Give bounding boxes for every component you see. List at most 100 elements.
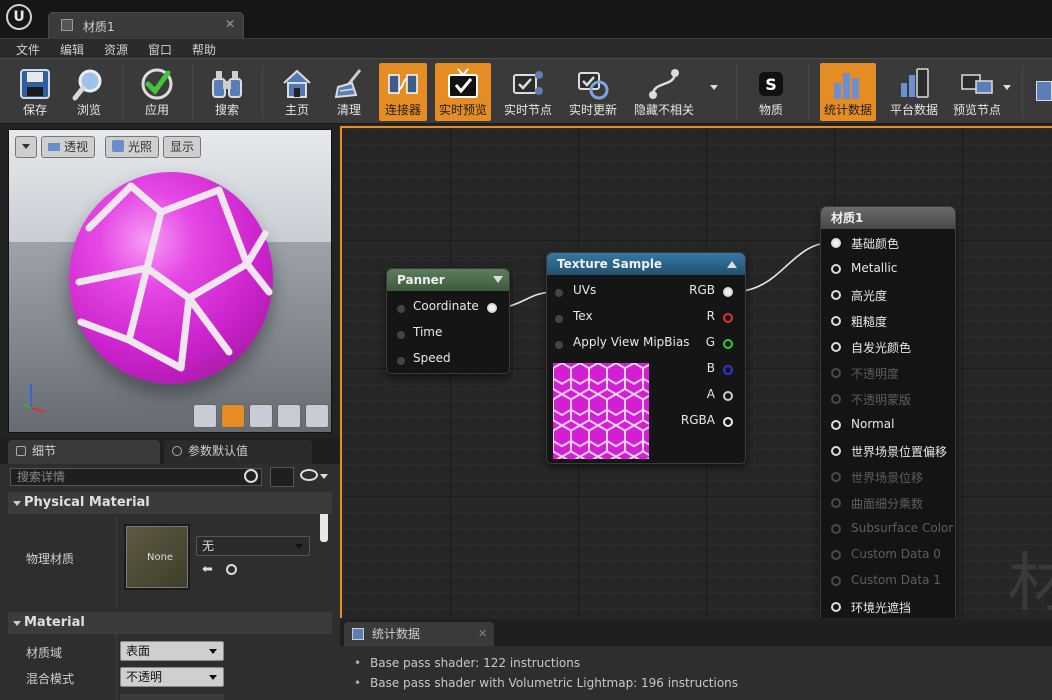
category-physical-material[interactable]: Physical Material [8,492,332,514]
category-label: Material [24,615,85,630]
substance-button[interactable]: S 物质 [746,63,796,121]
panner-node[interactable]: Panner Coordinate Time Speed [386,268,510,374]
mipbias-input-pin[interactable] [555,341,563,349]
material-input-pin[interactable] [831,264,841,274]
pin-uvs: UVs [573,283,597,297]
material-input-pin[interactable] [831,550,841,560]
b-output-pin[interactable] [723,365,733,375]
material-output-node[interactable]: 材质1 基础颜色 Metallic 高光度 粗糙度 自发光颜色 不透明度 不透明蒙版 Norm… [820,206,956,618]
home-button[interactable]: 主页 [272,63,322,121]
live-update-button[interactable]: 实时更新 [565,63,621,121]
panner-output-pin[interactable] [487,303,497,313]
view-options-icon[interactable] [270,467,294,487]
sphere-preview-button[interactable] [221,404,245,428]
preview-node-button[interactable]: 预览节点 [948,63,1006,121]
material-input-pin[interactable] [831,576,841,586]
r-output-pin[interactable] [723,313,733,323]
chevron-down-icon[interactable] [320,474,328,479]
stats-button[interactable]: 统计数据 [820,63,876,121]
uvs-input-pin[interactable] [555,289,563,297]
coordinate-input-pin[interactable] [397,305,405,313]
substance-icon: S [753,66,789,102]
chevron-down-icon[interactable] [710,85,718,90]
material-input-pin[interactable] [831,472,841,482]
material-input-pin[interactable] [831,342,841,352]
perspective-button[interactable]: 透视 [41,136,96,158]
material-pin-label: Metallic [851,261,898,275]
menu-asset[interactable]: 资源 [104,41,128,58]
material-input-pin[interactable] [831,446,841,456]
collapse-arrow-icon[interactable] [727,261,737,268]
material-input-pin[interactable] [831,524,841,534]
connectors-button[interactable]: 连接器 [379,63,427,121]
tab-stats[interactable]: 统计数据 ✕ [344,622,494,646]
tex-input-pin[interactable] [555,315,563,323]
material-input-pin[interactable] [831,290,841,300]
close-icon[interactable]: ✕ [225,17,235,31]
property-physical-material-label: 物理材质 [26,552,75,566]
material-input-pin[interactable] [831,602,841,612]
hide-unrelated-button[interactable]: 隐藏不相关 [630,63,698,121]
details-tab-bar: 细节 参数默认值 [0,438,340,464]
tab-parameter-defaults[interactable]: 参数默认值 [164,440,312,464]
viewport-options-button[interactable] [15,136,37,158]
search-icon[interactable] [244,469,258,483]
overflow-icon[interactable] [1036,81,1052,101]
pin-time: Time [413,325,443,339]
rgba-output-pin[interactable] [723,417,733,427]
time-input-pin[interactable] [397,331,405,339]
chevron-down-icon[interactable] [1003,85,1011,90]
physical-material-combo[interactable]: 无 [196,536,310,556]
document-tab[interactable]: 材质1 ✕ [48,12,244,38]
details-search-input[interactable]: 搜索详情 [10,468,262,486]
use-selected-arrow-icon[interactable]: ⬅ [202,562,213,577]
rgb-output-pin[interactable] [723,287,733,297]
menu-help[interactable]: 帮助 [192,41,216,58]
substance-label: 物质 [758,103,783,117]
a-output-pin[interactable] [723,391,733,401]
menu-window[interactable]: 窗口 [148,41,172,58]
search-button[interactable]: 搜索 [202,63,252,121]
collapse-arrow-icon[interactable] [493,276,503,283]
save-button[interactable]: 保存 [10,63,60,121]
menu-file[interactable]: 文件 [16,41,40,58]
cube-preview-button[interactable] [277,404,301,428]
material-domain-combo[interactable]: 表面 [120,641,224,661]
show-button[interactable]: 显示 [163,136,202,158]
g-output-pin[interactable] [723,339,733,349]
category-material[interactable]: Material [8,612,332,634]
material-input-pin[interactable] [831,238,841,248]
speed-input-pin[interactable] [397,357,405,365]
tab-details[interactable]: 细节 [8,440,160,464]
live-preview-button[interactable]: 实时预览 [435,63,491,121]
chevron-down-icon [22,144,30,149]
material-pin-label: Subsurface Color [851,521,954,535]
browse-label: 浏览 [76,103,101,117]
clean-button[interactable]: 清理 [324,63,374,121]
material-input-pin[interactable] [831,498,841,508]
blend-mode-combo[interactable]: 不透明 [120,667,224,687]
material-input-pin[interactable] [831,368,841,378]
preview-viewport[interactable]: 透视 光照 显示 [8,129,332,433]
asset-thumbnail[interactable]: None [124,524,190,590]
menu-edit[interactable]: 编辑 [60,41,84,58]
browse-button[interactable]: 浏览 [64,63,114,121]
apply-button[interactable]: 应用 [132,63,182,121]
lit-button[interactable]: 光照 [105,136,160,158]
browse-asset-icon[interactable] [226,564,237,575]
material-pin-label: 粗糙度 [851,315,888,329]
mesh-preview-button[interactable] [305,404,329,428]
material-input-pin[interactable] [831,316,841,326]
live-update-icon [575,66,611,102]
texture-sample-node[interactable]: Texture Sample UVs Tex Apply View MipBia… [546,252,746,464]
material-input-pin[interactable] [831,420,841,430]
platform-stats-button[interactable]: 平台数据 [886,63,942,121]
cylinder-preview-button[interactable] [193,404,217,428]
close-icon[interactable]: ✕ [478,622,487,646]
live-nodes-button[interactable]: 实时节点 [500,63,556,121]
material-graph[interactable]: 材 Panner Coordinate Time Speed Texture S… [340,126,1052,618]
eye-icon[interactable] [300,469,318,481]
material-input-pin[interactable] [831,394,841,404]
preview-node-icon [959,66,995,102]
plane-preview-button[interactable] [249,404,273,428]
